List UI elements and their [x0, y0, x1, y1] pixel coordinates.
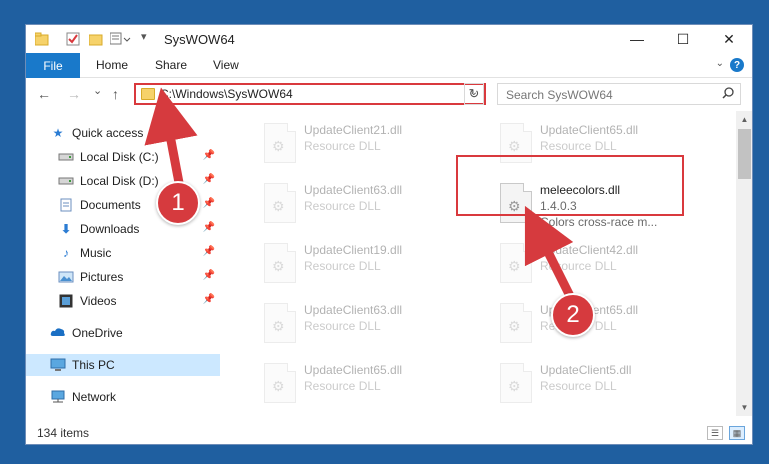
arrow-to-file — [524, 205, 577, 303]
arrow-to-address-bar — [144, 87, 198, 189]
step-badge-1: 1 — [156, 181, 200, 225]
annotation-arrows — [144, 87, 577, 303]
step-badge-2: 2 — [551, 293, 595, 337]
